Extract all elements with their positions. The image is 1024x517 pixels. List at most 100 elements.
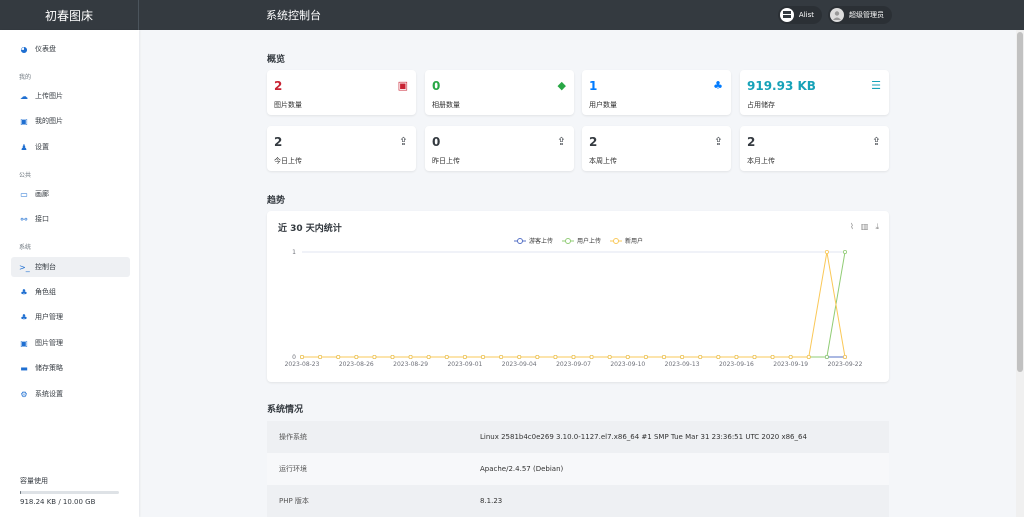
legend-label: 游客上传 (529, 237, 553, 245)
sidebar-item-system-settings[interactable]: ⚙ 系统设置 (11, 384, 130, 404)
sidebar-item-images[interactable]: ▣ 图片管理 (11, 333, 130, 353)
data-point (770, 354, 775, 359)
brand-logo[interactable]: 初春图床 (0, 0, 139, 30)
top-header: 初春图床 系统控制台 Alist 超级管理员 (0, 0, 1024, 30)
data-point (462, 354, 467, 359)
data-point (318, 354, 323, 359)
stat-card: 2 今日上传 ⇪ (267, 126, 416, 171)
sidebar-group-public: 公共 (19, 172, 32, 179)
sidebar-item-gallery[interactable]: ▭ 画廊 (11, 184, 130, 204)
user-cog-icon: ♟ (20, 142, 28, 152)
stat-label: 相册数量 (432, 101, 460, 109)
sidebar-item-label: 控制台 (35, 263, 56, 271)
page-scrollbar[interactable] (1016, 30, 1024, 517)
data-point (408, 354, 413, 359)
server-icon: ☰ (871, 79, 881, 92)
data-point (752, 354, 757, 359)
sidebar-item-upload[interactable]: ☁ 上传图片 (11, 86, 130, 106)
data-point (390, 354, 395, 359)
upload-icon: ⇪ (398, 135, 408, 148)
stat-label: 本月上传 (747, 157, 775, 165)
stat-value: 0 (432, 79, 441, 93)
stat-card: 2 本周上传 ⇪ (582, 126, 731, 171)
data-point (734, 354, 739, 359)
users-icon: ♣ (20, 287, 28, 297)
upload-icon: ⇪ (556, 135, 566, 148)
upload-icon: ⇪ (713, 135, 723, 148)
stat-value: 2 (589, 135, 598, 149)
capacity-text: 918.24 KB / 10.00 GB (20, 498, 96, 506)
data-point (480, 354, 485, 359)
table-row: 运行环境 Apache/2.4.57 (Debian) (267, 453, 889, 485)
stat-value: 919.93 KB (747, 79, 816, 93)
data-point (661, 354, 666, 359)
sidebar-item-label: 设置 (35, 143, 49, 151)
sidebar: ◕ 仪表盘 我的 ☁ 上传图片 ▣ 我的图片 ♟ 设置 公共 ▭ 画廊 ⚯ 接口 系统 >_… (0, 30, 139, 517)
row-key: PHP 版本 (279, 497, 309, 505)
stat-card: 2 本月上传 ⇪ (740, 126, 889, 171)
y-tick-label: 0 (292, 354, 296, 361)
legend-label: 新用户 (625, 237, 643, 245)
sidebar-item-dashboard[interactable]: ◕ 仪表盘 (11, 39, 130, 59)
x-tick-label: 2023-08-26 (339, 361, 374, 368)
stat-label: 用户数量 (589, 101, 617, 109)
system-info-table: 操作系统 Linux 2581b4c0e269 3.10.0-1127.el7.x… (267, 421, 889, 517)
x-tick-label: 2023-09-01 (447, 361, 482, 368)
stat-card: 919.93 KB 占用储存 ☰ (740, 70, 889, 115)
series-line (302, 251, 846, 358)
sidebar-item-api[interactable]: ⚯ 接口 (11, 209, 130, 229)
stat-value: 1 (589, 79, 598, 93)
terminal-icon: >_ (19, 262, 30, 272)
images-icon: ▣ (20, 338, 28, 348)
stat-card: 2 图片数量 ▣ (267, 70, 416, 115)
capacity-label: 容量使用 (20, 477, 48, 485)
alist-button[interactable]: Alist (777, 6, 822, 24)
tags-icon: ◆ (557, 79, 566, 92)
x-tick-label: 2023-09-19 (773, 361, 808, 368)
data-point (788, 354, 793, 359)
gauge-icon: ◕ (20, 44, 28, 54)
page-title: 系统控制台 (266, 9, 321, 22)
sidebar-item-console[interactable]: >_ 控制台 (11, 257, 130, 277)
trend-heading: 趋势 (267, 196, 286, 206)
legend-marker (613, 238, 619, 244)
stat-card: 0 昨日上传 ⇪ (425, 126, 574, 171)
data-point (517, 354, 522, 359)
capacity-progress-fill (20, 491, 21, 494)
data-point (444, 354, 449, 359)
legend-marker (565, 238, 571, 244)
stat-label: 昨日上传 (432, 157, 460, 165)
table-row: 操作系统 Linux 2581b4c0e269 3.10.0-1127.el7.x… (267, 421, 889, 453)
sidebar-item-roles[interactable]: ♣ 角色组 (11, 282, 130, 302)
data-point (607, 354, 612, 359)
stat-value: 2 (274, 135, 283, 149)
sidebar-item-my-images[interactable]: ▣ 我的图片 (11, 111, 130, 131)
stat-value: 2 (274, 79, 283, 93)
x-tick-label: 2023-09-22 (828, 361, 863, 368)
scrollbar-thumb[interactable] (1017, 32, 1023, 372)
sidebar-group-system: 系统 (19, 244, 32, 251)
user-menu-button[interactable]: 超级管理员 (828, 6, 892, 24)
legend-marker (517, 238, 523, 244)
x-tick-label: 2023-09-16 (719, 361, 754, 368)
avatar (830, 8, 844, 22)
row-value: 8.1.23 (480, 497, 503, 505)
row-key: 运行环境 (279, 465, 307, 473)
server-icon (779, 8, 794, 22)
users-icon: ♣ (713, 79, 723, 92)
trend-chart: 0 1 2023-08-23 2023-08-26 2023-08-29 2023-09-… (285, 237, 863, 368)
data-point (354, 354, 359, 359)
data-point (553, 354, 558, 359)
data-point (824, 354, 829, 359)
x-tick-label: 2023-09-10 (610, 361, 645, 368)
sidebar-item-label: 储存策略 (35, 364, 63, 372)
sidebar-item-settings[interactable]: ♟ 设置 (11, 137, 130, 157)
x-tick-label: 2023-09-13 (665, 361, 700, 368)
sidebar-item-label: 接口 (35, 215, 49, 223)
sidebar-item-users[interactable]: ♣ 用户管理 (11, 307, 130, 327)
overview-heading: 概览 (267, 55, 286, 65)
row-value: Linux 2581b4c0e269 3.10.0-1127.el7.x86_6… (480, 433, 807, 441)
sidebar-item-storage[interactable]: ▬ 储存策略 (11, 358, 130, 378)
stat-label: 本周上传 (589, 157, 617, 165)
x-tick-label: 2023-08-23 (285, 361, 320, 368)
